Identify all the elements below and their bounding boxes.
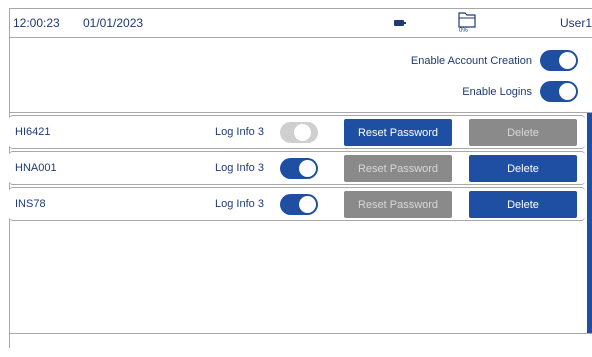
toggle-knob (559, 52, 576, 69)
current-user[interactable]: User1 (560, 16, 592, 30)
reset-password-button[interactable]: Reset Password (344, 119, 452, 146)
toggle-knob (294, 124, 311, 141)
list-scrollbar[interactable] (587, 113, 592, 333)
log-info-label: Log Info 3 (215, 162, 264, 174)
account-row: HNA001 Log Info 3 Reset Password Delete (9, 151, 585, 185)
reset-password-button[interactable]: Reset Password (344, 155, 452, 182)
delete-button[interactable]: Delete (469, 191, 577, 218)
toggle-knob (299, 196, 316, 213)
account-list: HI6421 Log Info 3 Reset Password Delete … (9, 112, 592, 334)
logins-label: Enable Logins (462, 85, 532, 98)
log-info-toggle[interactable] (280, 158, 318, 179)
logins-toggle[interactable] (540, 81, 578, 102)
logins-setting: Enable Logins (462, 81, 578, 102)
account-name: HNA001 (15, 162, 57, 174)
log-info-toggle[interactable] (280, 122, 318, 143)
account-name: HI6421 (15, 126, 51, 138)
reset-password-button[interactable]: Reset Password (344, 191, 452, 218)
toggle-knob (559, 83, 576, 100)
account-creation-label: Enable Account Creation (410, 54, 532, 67)
account-creation-setting: Enable Account Creation (411, 50, 578, 71)
account-row: HI6421 Log Info 3 Reset Password Delete (9, 115, 585, 149)
storage-percent: 0% (459, 28, 468, 34)
clock-time: 12:00:23 (13, 16, 60, 30)
log-info-toggle[interactable] (280, 194, 318, 215)
clock-date: 01/01/2023 (83, 16, 144, 30)
account-creation-toggle[interactable] (540, 50, 578, 71)
status-bar: 12:00:23 01/01/2023 0% User1 (9, 8, 592, 38)
account-row: INS78 Log Info 3 Reset Password Delete (9, 187, 585, 221)
battery-icon (394, 20, 406, 26)
toggle-knob (299, 160, 316, 177)
log-info-label: Log Info 3 (215, 126, 264, 138)
account-name: INS78 (15, 198, 46, 210)
delete-button[interactable]: Delete (469, 119, 577, 146)
delete-button[interactable]: Delete (469, 155, 577, 182)
log-info-label: Log Info 3 (215, 198, 264, 210)
